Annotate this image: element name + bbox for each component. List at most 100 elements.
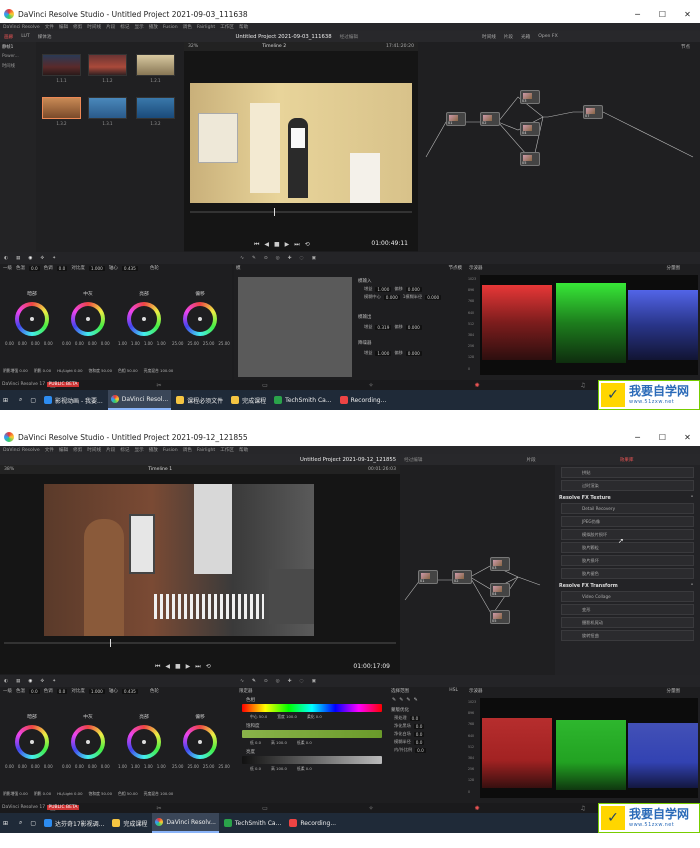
node-01[interactable]: 01 bbox=[418, 570, 438, 584]
taskbar-item-active[interactable]: DaVinci Resolv... bbox=[152, 813, 219, 833]
menu-item[interactable]: 显示 bbox=[135, 447, 144, 453]
window-icon[interactable]: ◎ bbox=[276, 256, 280, 261]
blur-fields-3[interactable]: 增益 1.000 偏移 0.000 bbox=[364, 350, 422, 358]
close-icon[interactable]: ✕ bbox=[675, 433, 700, 442]
viewer-zoom[interactable]: 38% bbox=[4, 467, 14, 472]
offset-wheel[interactable] bbox=[183, 302, 217, 336]
lift-values[interactable]: 0.00 0.00 0.00 0.00 bbox=[5, 341, 53, 346]
clip-thumbnail[interactable] bbox=[88, 54, 127, 76]
viewer-timeline-name[interactable]: Timeline 1 bbox=[148, 467, 172, 472]
fx-item[interactable]: 拼贴 bbox=[561, 467, 694, 478]
top-right-clips[interactable]: 片段 bbox=[527, 457, 536, 463]
menu-item[interactable]: 帮助 bbox=[239, 447, 248, 453]
lift-wheel[interactable] bbox=[15, 302, 49, 336]
lum-values[interactable]: 低 0.0 高 100.0 低柔 0.0 bbox=[250, 766, 312, 772]
scope-mode[interactable]: 分量图 bbox=[667, 265, 681, 271]
gamma-wheel[interactable] bbox=[71, 725, 105, 759]
rgb-mixer-icon[interactable]: ✥ bbox=[40, 679, 44, 684]
taskbar-item[interactable]: Recording... bbox=[337, 390, 390, 410]
task-view-icon[interactable]: ▢ bbox=[27, 390, 39, 410]
transport-controls[interactable]: ⏮◀■▶⏭⟲ bbox=[155, 663, 216, 671]
menu-item[interactable]: 调色 bbox=[183, 447, 192, 453]
top-right-openfx[interactable]: Open FX bbox=[538, 34, 558, 39]
fx-item[interactable]: 胶片褪色 bbox=[561, 568, 694, 579]
window-icon[interactable]: ◎ bbox=[276, 679, 280, 684]
taskbar-item[interactable]: 达芬奇17影视调... bbox=[41, 813, 107, 833]
menu-item[interactable]: 时间线 bbox=[87, 24, 101, 30]
menu-item[interactable]: 编辑 bbox=[59, 447, 68, 453]
key-icon[interactable]: ▣ bbox=[312, 679, 316, 684]
menu-item[interactable]: 修剪 bbox=[73, 447, 82, 453]
taskbar-item[interactable]: Recording... bbox=[286, 813, 339, 833]
menu-item[interactable]: 工作区 bbox=[220, 24, 234, 30]
minimize-icon[interactable]: ─ bbox=[625, 433, 650, 442]
tracker-icon[interactable]: ✚ bbox=[288, 256, 292, 261]
node-03[interactable]: 03 bbox=[520, 90, 540, 104]
tab-lut[interactable]: LUT bbox=[21, 34, 30, 39]
offset-values[interactable]: 25.00 25.00 25.00 25.00 bbox=[172, 764, 230, 769]
clip-thumbnail[interactable] bbox=[136, 97, 175, 119]
tint-field[interactable]: 0.0 bbox=[56, 688, 68, 694]
motion-icon[interactable]: ✦ bbox=[52, 256, 56, 261]
tab-gallery[interactable]: 画廊 bbox=[4, 34, 13, 40]
fx-item[interactable]: 摄影机晃动 bbox=[561, 617, 694, 628]
menu-item[interactable]: 标记 bbox=[120, 24, 129, 30]
menu-item[interactable]: 播放 bbox=[149, 24, 158, 30]
bottom-params[interactable]: 阴影增强 0.00 阴影 0.00 HL/Light 0.00 饱和度 50.00 色相… bbox=[3, 368, 173, 374]
fx-item[interactable]: 变形 bbox=[561, 604, 694, 615]
page-cut-icon[interactable]: ✂ bbox=[152, 382, 166, 389]
qualifier-icon[interactable]: ⊙ bbox=[264, 256, 268, 261]
contrast-field[interactable]: 1.000 bbox=[88, 265, 105, 271]
fx-item[interactable]: Detail Recovery bbox=[561, 503, 694, 514]
temp-field[interactable]: 0.0 bbox=[29, 688, 40, 694]
menu-item[interactable]: Fusion bbox=[163, 25, 178, 30]
menu-item[interactable]: 修剪 bbox=[73, 24, 82, 30]
gamma-values[interactable]: 0.00 0.00 0.00 0.00 bbox=[62, 341, 110, 346]
bottom-params[interactable]: 阴影增强 0.00 阴影 0.00 HL/Light 0.00 饱和度 50.00 色相… bbox=[3, 791, 173, 797]
menu-item[interactable]: 帮助 bbox=[239, 24, 248, 30]
task-view-icon[interactable]: ▢ bbox=[27, 813, 39, 833]
lift-wheel[interactable] bbox=[15, 725, 49, 759]
gamma-wheel[interactable] bbox=[71, 302, 105, 336]
sat-slider[interactable] bbox=[242, 730, 382, 738]
menu-item[interactable]: 调色 bbox=[183, 24, 192, 30]
node-04[interactable]: 04 bbox=[490, 583, 510, 597]
viewer-frame[interactable] bbox=[190, 83, 412, 203]
selection-mode[interactable]: HSL bbox=[449, 688, 458, 693]
gain-values[interactable]: 1.00 1.00 1.00 1.00 bbox=[118, 341, 166, 346]
sat-values[interactable]: 低 0.0 高 100.0 低柔 0.0 bbox=[250, 740, 312, 746]
menu-item[interactable]: 标记 bbox=[120, 447, 129, 453]
camera-raw-icon[interactable]: ◐ bbox=[4, 679, 8, 684]
pivot-field[interactable]: 0.435 bbox=[121, 688, 138, 694]
menu-item[interactable]: 时间线 bbox=[87, 447, 101, 453]
viewer-timeline-name[interactable]: Timeline 2 bbox=[262, 44, 286, 49]
lum-slider[interactable] bbox=[242, 756, 382, 764]
picker-icon[interactable]: ✎ bbox=[252, 256, 256, 261]
menu-item[interactable]: 片段 bbox=[106, 24, 115, 30]
page-cut-icon[interactable]: ✂ bbox=[152, 805, 166, 812]
blur-icon[interactable]: ◌ bbox=[300, 679, 304, 684]
fx-item[interactable]: 旋转扭曲 bbox=[561, 630, 694, 641]
fx-item[interactable]: JPEG伪像 bbox=[561, 516, 694, 527]
gallery-power[interactable]: Power... bbox=[0, 52, 36, 61]
fx-item[interactable]: 胶片损坏 bbox=[561, 555, 694, 566]
rgb-mixer-icon[interactable]: ✥ bbox=[40, 256, 44, 261]
page-color-icon[interactable]: ✺ bbox=[470, 382, 484, 389]
gain-wheel[interactable] bbox=[127, 725, 161, 759]
search-icon[interactable]: ⌕ bbox=[16, 390, 25, 410]
blur-fields-1[interactable]: 增益 1.000 偏移 0.000 模糊中心 0.000 1模糊半径 0.000 bbox=[364, 286, 442, 302]
taskbar-item[interactable]: TechSmith Ca... bbox=[271, 390, 334, 410]
taskbar-item[interactable]: 完成课程 bbox=[109, 813, 150, 833]
page-fairlight-icon[interactable]: ♫ bbox=[576, 805, 590, 812]
curves-icon[interactable]: ∿ bbox=[240, 256, 244, 261]
gallery-still[interactable]: 静帧1 bbox=[0, 42, 36, 52]
windows-start-icon[interactable]: ⊞ bbox=[0, 390, 14, 410]
blur-fields-2[interactable]: 增益 0.319 偏移 0.000 bbox=[364, 324, 422, 332]
menu-item[interactable]: Fusion bbox=[163, 448, 178, 453]
blur-icon[interactable]: ◌ bbox=[300, 256, 304, 261]
wheels-icon[interactable]: ◉ bbox=[28, 256, 32, 261]
menu-item[interactable]: 编辑 bbox=[59, 24, 68, 30]
gain-wheel[interactable] bbox=[127, 302, 161, 336]
fx-item[interactable]: 模拟胶片损坏 bbox=[561, 529, 694, 540]
taskbar-item-active[interactable]: DaVinci Resol... bbox=[107, 390, 172, 410]
